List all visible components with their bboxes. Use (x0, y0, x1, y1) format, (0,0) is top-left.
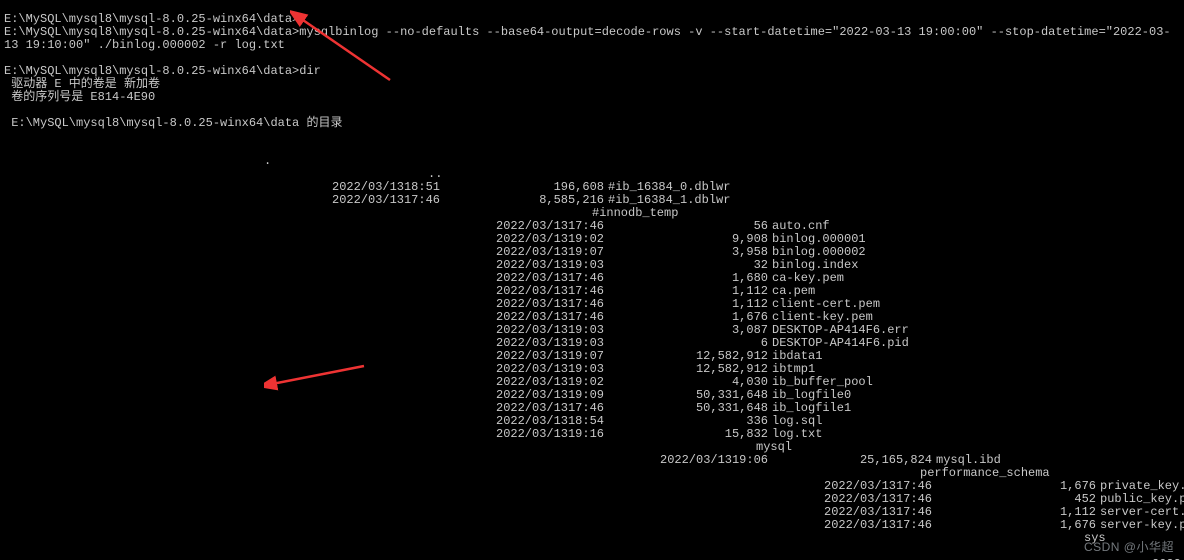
file-row: 2022/03/1317:46sys2022/03/1319:06testdb2… (824, 532, 840, 560)
file-row: 2022/03/1319:03#innodb_temp2022/03/1317:… (332, 207, 348, 560)
file-size: 25,165,824 (840, 454, 932, 467)
file-dir-flag: .2022/03/1319:03..2022/03/1318:51196,608… (112, 143, 184, 560)
file-row: 2022/03/1319:03..2022/03/1318:51196,608#… (168, 168, 184, 560)
file-row: 2022/03/1319:1615,832log.txt (496, 428, 512, 441)
file-dir-flag: #innodb_temp2022/03/1317:4656auto.cnf202… (440, 207, 512, 560)
file-time: 17:46 (398, 194, 440, 207)
file-size: 15,832 (676, 428, 768, 441)
file-size: 1,676 (1004, 519, 1096, 532)
file-row: 2022/03/1317:461,676server-key.pem (824, 519, 840, 532)
file-size: 8,585,216 (512, 194, 604, 207)
file-time: 19:06 (726, 454, 768, 467)
directory-path-line: E:\MySQL\mysql8\mysql-8.0.25-winx64\data… (4, 116, 342, 130)
file-dir-flag: mysql2022/03/1319:0625,165,824mysql.ibd2… (604, 441, 676, 560)
prompt-line-1: E:\MySQL\mysql8\mysql-8.0.25-winx64\data… (4, 25, 1171, 52)
watermark-text: CSDN @小华超 (1084, 541, 1174, 554)
file-time: 19:16 (562, 428, 604, 441)
file-date: 2022/03/13 (660, 454, 726, 467)
file-row: 2022/03/1317:46performance_schema2022/03… (660, 467, 676, 560)
file-dir-flag: performance_schema2022/03/1317:461,676pr… (768, 467, 840, 560)
file-dir-flag: sys2022/03/1319:06testdb2022/03/1319:091… (932, 532, 1004, 560)
file-row: 2022/03/1319:03.2022/03/1319:03..2022/03… (4, 143, 1180, 560)
file-date: 2022/03/13 (332, 194, 398, 207)
file-date: 2022/03/13 (496, 428, 562, 441)
file-size: 3,087 (676, 324, 768, 337)
file-row: 2022/03/1317:46mysql2022/03/1319:0625,16… (496, 441, 512, 560)
history-line: E:\MySQL\mysql8\mysql-8.0.25-winx64\data… (4, 12, 299, 26)
file-listing: 2022/03/1319:03.2022/03/1319:03..2022/03… (4, 143, 1180, 560)
file-date: 2022/03/13 (824, 519, 890, 532)
file-row: 2022/03/1319:0625,165,824mysql.ibd (660, 454, 676, 467)
prompt-prefix: E:\MySQL\mysql8\mysql-8.0.25-winx64\data… (4, 64, 299, 78)
prompt-line-2: E:\MySQL\mysql8\mysql-8.0.25-winx64\data… (4, 64, 321, 78)
serial-line: 卷的序列号是 E814-4E90 (4, 90, 155, 104)
file-row: 2022/03/1319:06testdb2022/03/1319:0916,7… (988, 545, 1004, 560)
file-dir-flag: ..2022/03/1318:51196,608#ib_16384_0.dblw… (276, 168, 348, 560)
file-time: 17:46 (890, 519, 932, 532)
file-row: 2022/03/1317:468,585,216#ib_16384_1.dblw… (332, 194, 348, 207)
terminal-output: E:\MySQL\mysql8\mysql-8.0.25-winx64\data… (0, 0, 1184, 560)
file-name: performance_schema (916, 467, 1050, 480)
file-name: server-key.pem (1096, 519, 1184, 532)
prompt-command: dir (299, 64, 321, 78)
file-name: . (260, 155, 271, 168)
volume-line: 驱动器 E 中的卷是 新加卷 (4, 77, 160, 91)
prompt-prefix: E:\MySQL\mysql8\mysql-8.0.25-winx64\data… (4, 25, 299, 39)
